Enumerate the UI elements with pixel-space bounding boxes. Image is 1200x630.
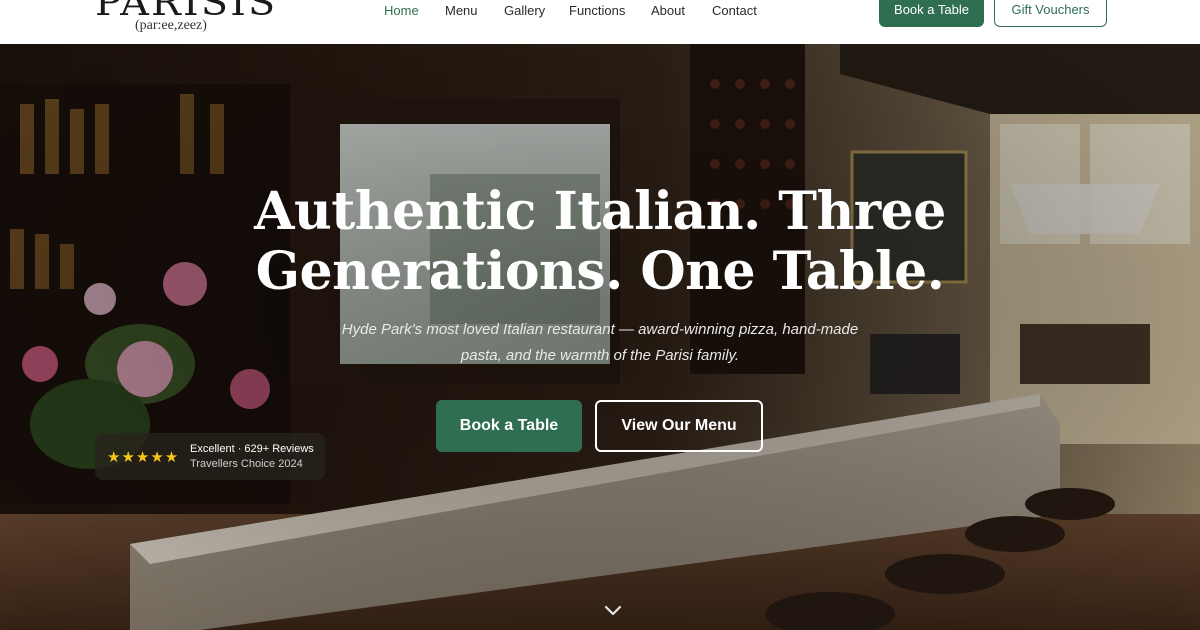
hero-view-menu-button[interactable]: View Our Menu	[595, 400, 763, 452]
nav-item-about[interactable]: About	[651, 0, 712, 22]
site-header: PARISIS (par:ee,zeez) Home Menu Gallery …	[0, 0, 1200, 44]
nav-item-functions[interactable]: Functions	[569, 0, 651, 22]
header-gift-vouchers-button[interactable]: Gift Vouchers	[994, 0, 1107, 27]
hero-subtext-line-2: pasta, and the warmth of the Parisi fami…	[460, 347, 740, 364]
logo[interactable]: PARISIS (par:ee,zeez)	[95, 0, 275, 42]
hero-subtext: Hyde Park's most loved Italian restauran…	[300, 317, 900, 369]
hero-book-table-button[interactable]: Book a Table	[436, 400, 582, 452]
nav-item-contact[interactable]: Contact	[712, 0, 772, 22]
star-rating-icon: ★★★★★	[107, 449, 180, 466]
nav-item-home[interactable]: Home	[384, 0, 445, 22]
review-badge[interactable]: ★★★★★ Excellent · 629+ Reviews Traveller…	[95, 433, 325, 480]
nav-item-gallery[interactable]: Gallery	[504, 0, 569, 22]
hero-section: Authentic Italian. Three Generations. On…	[0, 44, 1200, 630]
review-subtitle: Travellers Choice 2024	[190, 458, 303, 470]
logo-pronunciation: (par:ee,zeez)	[135, 18, 207, 33]
nav-item-menu[interactable]: Menu	[445, 0, 504, 22]
header-book-table-button[interactable]: Book a Table	[879, 0, 984, 27]
hero-headline: Authentic Italian. Three Generations. On…	[0, 182, 1200, 302]
hero-headline-line-1: Authentic Italian. Three	[254, 181, 946, 242]
hero-subtext-line-1: Hyde Park's most loved Italian restauran…	[341, 321, 859, 338]
hero-headline-line-2: Generations. One Table.	[255, 241, 945, 302]
chevron-down-icon[interactable]	[603, 604, 623, 618]
review-title: Excellent · 629+ Reviews	[190, 443, 314, 455]
main-nav: Home Menu Gallery Functions About Contac…	[384, 0, 772, 22]
